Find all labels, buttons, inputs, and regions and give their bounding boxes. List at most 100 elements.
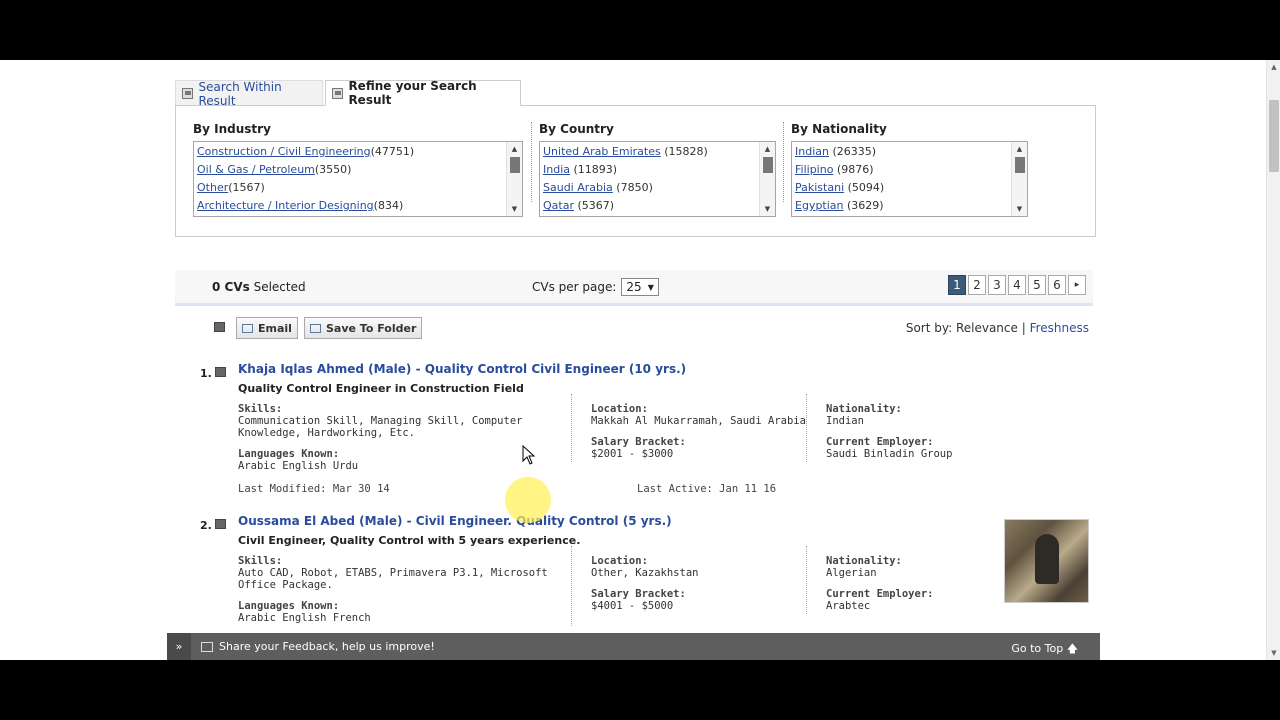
facet-link[interactable]: Oil & Gas / Petroleum xyxy=(197,163,315,176)
nationality-label: Nationality: xyxy=(826,555,902,567)
location-value: Makkah Al Mukarramah, Saudi Arabia xyxy=(591,415,806,427)
arrow-up-icon: 🡅 xyxy=(1066,642,1078,655)
scroll-down-icon[interactable]: ▼ xyxy=(507,202,522,216)
facet-link[interactable]: India xyxy=(543,163,570,176)
scroll-thumb[interactable] xyxy=(1269,100,1279,172)
skills-column: Skills: Auto CAD, Robot, ETABS, Primaver… xyxy=(238,555,563,633)
nationality-listbox[interactable]: Indian (26335) Filipino (9876) Pakistani… xyxy=(791,141,1028,217)
result-checkbox[interactable] xyxy=(215,519,226,529)
facet-link[interactable]: Pakistani xyxy=(795,181,844,194)
feedback-link[interactable]: Share your Feedback, help us improve! xyxy=(201,640,435,653)
list-item[interactable]: Architecture / Interior Designing(834) xyxy=(197,198,519,216)
scroll-down-icon[interactable]: ▼ xyxy=(760,202,775,216)
divider xyxy=(571,394,572,462)
list-item[interactable]: Filipino (9876) xyxy=(795,162,1024,180)
go-to-top-label: Go to Top xyxy=(1011,642,1064,655)
facet-count: (834) xyxy=(373,199,404,212)
sort-freshness-link[interactable]: Freshness xyxy=(1030,321,1089,335)
candidate-photo[interactable] xyxy=(1004,519,1089,603)
page-button[interactable]: 5 xyxy=(1028,275,1046,295)
select-all-checkbox[interactable] xyxy=(214,322,225,332)
scroll-up-icon[interactable]: ▲ xyxy=(1012,142,1027,156)
page-button[interactable]: 2 xyxy=(968,275,986,295)
list-item[interactable]: Other(1567) xyxy=(197,180,519,198)
listbox-scrollbar[interactable]: ▲ ▼ xyxy=(1011,142,1027,216)
per-page-label: CVs per page: xyxy=(532,280,617,294)
scroll-thumb[interactable] xyxy=(1015,157,1025,173)
facet-link[interactable]: Qatar xyxy=(543,199,574,212)
salary-value: $4001 - $5000 xyxy=(591,600,674,612)
nationality-label: Nationality: xyxy=(826,403,902,415)
facet-count: (11893) xyxy=(570,163,618,176)
scroll-up-icon[interactable]: ▲ xyxy=(1267,60,1280,74)
page-button[interactable]: 6 xyxy=(1048,275,1066,295)
facet-country-title: By Country xyxy=(539,122,614,136)
tab-search-within[interactable]: Search Within Result xyxy=(175,80,323,108)
listbox-scrollbar[interactable]: ▲ ▼ xyxy=(759,142,775,216)
result-title-link[interactable]: Khaja Iqlas Ahmed (Male) - Quality Contr… xyxy=(238,362,686,376)
facet-link[interactable]: Indian xyxy=(795,145,829,158)
facet-link[interactable]: United Arab Emirates xyxy=(543,145,661,158)
employer-value: Arabtec xyxy=(826,600,871,612)
tab-refine[interactable]: Refine your Search Result xyxy=(325,79,521,107)
result-checkbox[interactable] xyxy=(215,367,226,377)
email-button-label: Email xyxy=(258,321,292,335)
list-item[interactable]: Pakistani (5094) xyxy=(795,180,1024,198)
skills-label: Skills: xyxy=(238,555,283,567)
list-item[interactable]: Egyptian (3629) xyxy=(795,198,1024,216)
list-item[interactable]: Qatar (5367) xyxy=(543,198,772,216)
save-to-folder-button[interactable]: Save To Folder xyxy=(304,317,423,339)
page-button[interactable]: 3 xyxy=(988,275,1006,295)
last-active: Last Active: Jan 11 16 xyxy=(637,483,777,495)
page-content: Search Within Result Refine your Search … xyxy=(0,60,1280,660)
facet-count: (5094) xyxy=(844,181,885,194)
list-item[interactable]: Indian (26335) xyxy=(795,144,1024,162)
result-item: 1. Khaja Iqlas Ahmed (Male) - Quality Co… xyxy=(175,362,1095,502)
scroll-down-icon[interactable]: ▼ xyxy=(1012,202,1027,216)
nationality-value: Indian xyxy=(826,415,864,427)
facet-link[interactable]: Filipino xyxy=(795,163,833,176)
facet-link[interactable]: Egyptian xyxy=(795,199,844,212)
feedback-toggle-icon[interactable]: » xyxy=(167,633,191,660)
listbox-scrollbar[interactable]: ▲ ▼ xyxy=(506,142,522,216)
facet-nationality: By Nationality Indian (26335) Filipino (… xyxy=(791,122,1028,217)
divider xyxy=(571,546,572,626)
selected-count: 0 CVs Selected xyxy=(212,280,306,294)
page-scrollbar[interactable]: ▲ ▼ xyxy=(1266,60,1280,660)
location-column: Location: Makkah Al Mukarramah, Saudi Ar… xyxy=(591,403,806,469)
scroll-thumb[interactable] xyxy=(763,157,773,173)
page-button[interactable]: 1 xyxy=(948,275,966,295)
list-item[interactable]: Construction / Civil Engineering(47751) xyxy=(197,144,519,162)
facet-link[interactable]: Other xyxy=(197,181,228,194)
list-item[interactable]: India (11893) xyxy=(543,162,772,180)
person-silhouette xyxy=(1035,534,1059,584)
sort-separator: | xyxy=(1017,321,1030,335)
list-item[interactable]: Oil & Gas / Petroleum(3550) xyxy=(197,162,519,180)
facet-link[interactable]: Architecture / Interior Designing xyxy=(197,199,374,212)
page-button[interactable]: 4 xyxy=(1008,275,1026,295)
go-to-top-link[interactable]: Go to Top 🡅 xyxy=(1011,640,1078,659)
list-item[interactable]: Saudi Arabia (7850) xyxy=(543,180,772,198)
email-button[interactable]: Email xyxy=(236,317,298,339)
facet-count: (3629) xyxy=(843,199,884,212)
per-page-select[interactable]: 25 ▼ xyxy=(621,278,659,296)
languages-value: Arabic English French xyxy=(238,612,371,624)
next-page-icon[interactable]: ▸ xyxy=(1068,275,1086,295)
nationality-value: Algerian xyxy=(826,567,877,579)
scroll-thumb[interactable] xyxy=(510,157,520,173)
list-item[interactable]: United Arab Emirates (15828) xyxy=(543,144,772,162)
result-item: 2. Oussama El Abed (Male) - Civil Engine… xyxy=(175,514,1095,634)
facet-link[interactable]: Construction / Civil Engineering xyxy=(197,145,371,158)
employer-value: Saudi Binladin Group xyxy=(826,448,953,460)
country-listbox[interactable]: United Arab Emirates (15828) India (1189… xyxy=(539,141,776,217)
result-title-link[interactable]: Oussama El Abed (Male) - Civil Engineer.… xyxy=(238,514,672,528)
scroll-down-icon[interactable]: ▼ xyxy=(1267,646,1280,660)
sort-relevance[interactable]: Sort by: Relevance xyxy=(906,321,1018,335)
scroll-up-icon[interactable]: ▲ xyxy=(507,142,522,156)
nationality-column: Nationality: Indian Current Employer: Sa… xyxy=(826,403,996,469)
scroll-up-icon[interactable]: ▲ xyxy=(760,142,775,156)
location-label: Location: xyxy=(591,403,648,415)
refine-panel: By Industry Construction / Civil Enginee… xyxy=(175,105,1096,237)
industry-listbox[interactable]: Construction / Civil Engineering(47751) … xyxy=(193,141,523,217)
facet-link[interactable]: Saudi Arabia xyxy=(543,181,613,194)
